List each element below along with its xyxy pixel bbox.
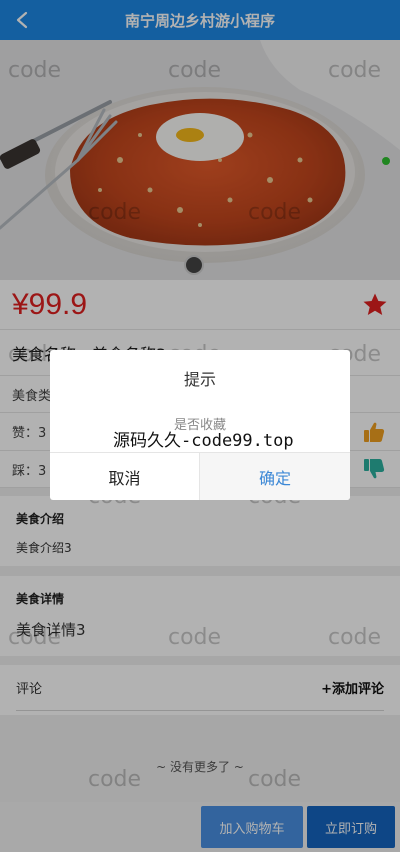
dialog-message: 是否收藏 [173,418,226,433]
dialog-buttons: 取消 确定 [50,452,350,500]
dialog-title: 提示 [183,370,216,389]
confirm-dialog: 提示 是否收藏 取消 确定 [50,350,350,500]
cancel-button[interactable]: 取消 [50,453,200,500]
confirm-button[interactable]: 确定 [200,453,350,500]
